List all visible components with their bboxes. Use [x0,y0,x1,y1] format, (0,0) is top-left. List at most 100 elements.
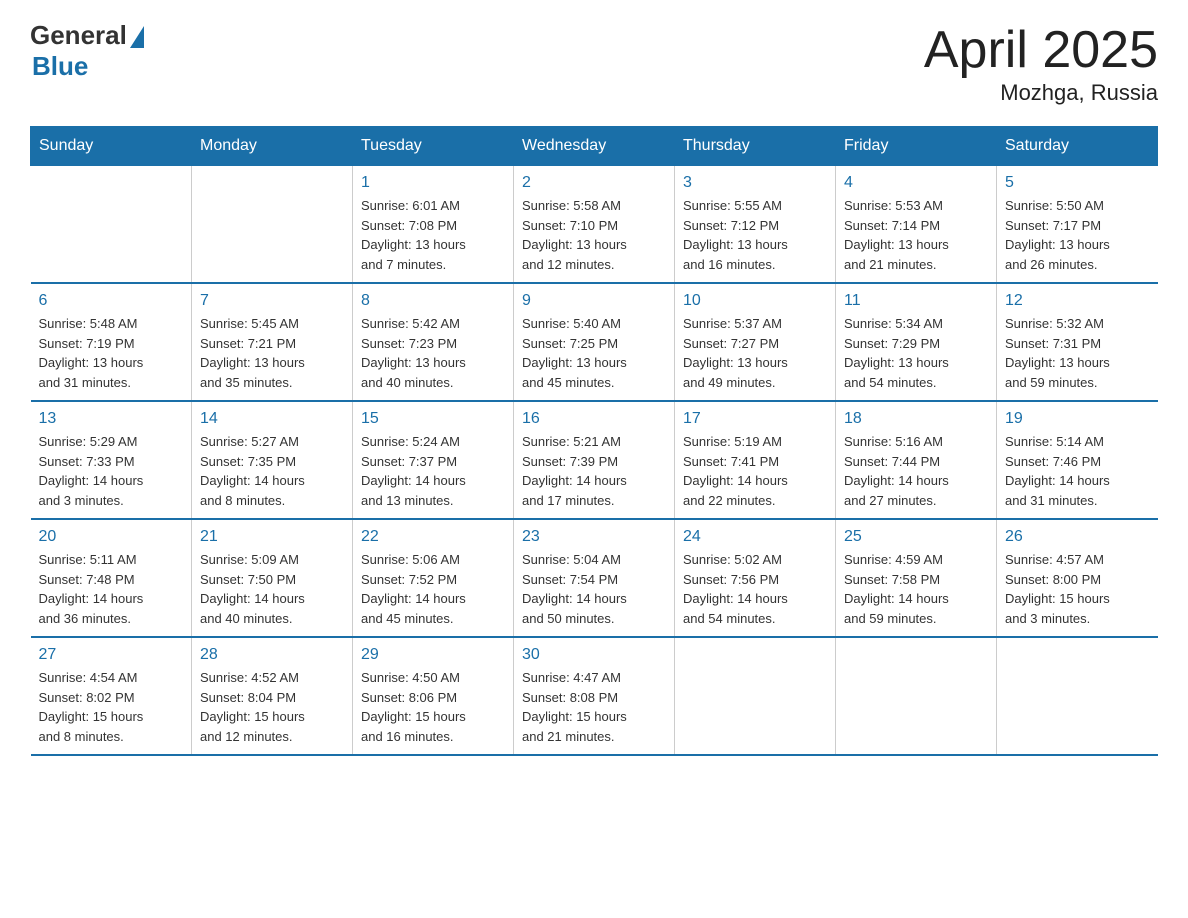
header-monday: Monday [192,127,353,166]
day-info: Sunrise: 5:58 AM Sunset: 7:10 PM Dayligh… [522,196,666,274]
page-header: General Blue April 2025 Mozhga, Russia [30,20,1158,106]
calendar-cell: 18 Sunrise: 5:16 AM Sunset: 7:44 PM Dayli… [836,401,997,519]
calendar-cell: 29Sunrise: 4:50 AM Sunset: 8:06 PM Dayli… [353,637,514,755]
day-number: 7 [200,292,344,310]
logo-blue-text: Blue [32,51,88,82]
day-number: 1 [361,174,505,192]
header-saturday: Saturday [997,127,1158,166]
day-number: 10 [683,292,827,310]
header-thursday: Thursday [675,127,836,166]
day-number: 28 [200,646,344,664]
calendar-cell: 26 Sunrise: 4:57 AM Sunset: 8:00 PM Dayli… [997,519,1158,637]
day-info: Sunrise: 4:57 AM Sunset: 8:00 PM Dayligh… [1005,550,1150,628]
calendar-cell: 19Sunrise: 5:14 AM Sunset: 7:46 PM Dayli… [997,401,1158,519]
calendar-week-row: 27 Sunrise: 4:54 AM Sunset: 8:02 PM Dayli… [31,637,1158,755]
day-number: 12 [1005,292,1150,310]
calendar-cell: 11 Sunrise: 5:34 AM Sunset: 7:29 PM Dayli… [836,283,997,401]
header-friday: Friday [836,127,997,166]
day-number: 13 [39,410,184,428]
calendar-cell: 30Sunrise: 4:47 AM Sunset: 8:08 PM Dayli… [514,637,675,755]
day-info: Sunrise: 5:27 AM Sunset: 7:35 PM Dayligh… [200,432,344,510]
day-info: Sunrise: 5:50 AM Sunset: 7:17 PM Dayligh… [1005,196,1150,274]
calendar-cell: 22Sunrise: 5:06 AM Sunset: 7:52 PM Dayli… [353,519,514,637]
day-number: 4 [844,174,988,192]
calendar-cell: 16Sunrise: 5:21 AM Sunset: 7:39 PM Dayli… [514,401,675,519]
calendar-cell: 6 Sunrise: 5:48 AM Sunset: 7:19 PM Daylig… [31,283,192,401]
day-number: 20 [39,528,184,546]
day-info: Sunrise: 5:42 AM Sunset: 7:23 PM Dayligh… [361,314,505,392]
day-info: Sunrise: 5:02 AM Sunset: 7:56 PM Dayligh… [683,550,827,628]
day-number: 6 [39,292,184,310]
day-number: 15 [361,410,505,428]
calendar-cell: 28 Sunrise: 4:52 AM Sunset: 8:04 PM Dayli… [192,637,353,755]
day-info: Sunrise: 5:16 AM Sunset: 7:44 PM Dayligh… [844,432,988,510]
calendar-cell: 15 Sunrise: 5:24 AM Sunset: 7:37 PM Dayli… [353,401,514,519]
day-number: 8 [361,292,505,310]
day-info: Sunrise: 5:21 AM Sunset: 7:39 PM Dayligh… [522,432,666,510]
day-number: 5 [1005,174,1150,192]
day-info: Sunrise: 5:34 AM Sunset: 7:29 PM Dayligh… [844,314,988,392]
calendar-cell: 5 Sunrise: 5:50 AM Sunset: 7:17 PM Daylig… [997,166,1158,284]
day-info: Sunrise: 5:14 AM Sunset: 7:46 PM Dayligh… [1005,432,1150,510]
logo-triangle-icon [130,26,144,48]
day-number: 18 [844,410,988,428]
day-info: Sunrise: 5:09 AM Sunset: 7:50 PM Dayligh… [200,550,344,628]
header-row: Sunday Monday Tuesday Wednesday Thursday… [31,127,1158,166]
calendar-cell: 21 Sunrise: 5:09 AM Sunset: 7:50 PM Dayli… [192,519,353,637]
day-number: 3 [683,174,827,192]
calendar-cell: 13 Sunrise: 5:29 AM Sunset: 7:33 PM Dayli… [31,401,192,519]
day-number: 21 [200,528,344,546]
calendar-cell: 25Sunrise: 4:59 AM Sunset: 7:58 PM Dayli… [836,519,997,637]
day-info: Sunrise: 5:11 AM Sunset: 7:48 PM Dayligh… [39,550,184,628]
calendar-cell [192,166,353,284]
calendar-cell [675,637,836,755]
day-info: Sunrise: 4:54 AM Sunset: 8:02 PM Dayligh… [39,668,184,746]
calendar-header: Sunday Monday Tuesday Wednesday Thursday… [31,127,1158,166]
day-info: Sunrise: 5:06 AM Sunset: 7:52 PM Dayligh… [361,550,505,628]
day-info: Sunrise: 6:01 AM Sunset: 7:08 PM Dayligh… [361,196,505,274]
calendar-week-row: 6 Sunrise: 5:48 AM Sunset: 7:19 PM Daylig… [31,283,1158,401]
header-tuesday: Tuesday [353,127,514,166]
calendar-body: 1 Sunrise: 6:01 AM Sunset: 7:08 PM Daylig… [31,166,1158,756]
calendar-cell: 27 Sunrise: 4:54 AM Sunset: 8:02 PM Dayli… [31,637,192,755]
calendar-cell: 12Sunrise: 5:32 AM Sunset: 7:31 PM Dayli… [997,283,1158,401]
day-number: 17 [683,410,827,428]
calendar-cell [836,637,997,755]
calendar-cell: 17 Sunrise: 5:19 AM Sunset: 7:41 PM Dayli… [675,401,836,519]
calendar-cell: 10 Sunrise: 5:37 AM Sunset: 7:27 PM Dayli… [675,283,836,401]
day-number: 2 [522,174,666,192]
day-info: Sunrise: 5:48 AM Sunset: 7:19 PM Dayligh… [39,314,184,392]
day-info: Sunrise: 4:52 AM Sunset: 8:04 PM Dayligh… [200,668,344,746]
logo-general-text: General [30,20,127,51]
day-info: Sunrise: 5:37 AM Sunset: 7:27 PM Dayligh… [683,314,827,392]
day-info: Sunrise: 5:40 AM Sunset: 7:25 PM Dayligh… [522,314,666,392]
logo: General Blue [30,20,144,82]
day-info: Sunrise: 5:55 AM Sunset: 7:12 PM Dayligh… [683,196,827,274]
calendar-cell: 7 Sunrise: 5:45 AM Sunset: 7:21 PM Daylig… [192,283,353,401]
day-info: Sunrise: 5:29 AM Sunset: 7:33 PM Dayligh… [39,432,184,510]
calendar-cell: 4Sunrise: 5:53 AM Sunset: 7:14 PM Daylig… [836,166,997,284]
day-info: Sunrise: 5:19 AM Sunset: 7:41 PM Dayligh… [683,432,827,510]
calendar-week-row: 1 Sunrise: 6:01 AM Sunset: 7:08 PM Daylig… [31,166,1158,284]
calendar-subtitle: Mozhga, Russia [924,80,1158,106]
calendar-cell: 24 Sunrise: 5:02 AM Sunset: 7:56 PM Dayli… [675,519,836,637]
calendar-cell [997,637,1158,755]
day-number: 26 [1005,528,1150,546]
calendar-cell: 8 Sunrise: 5:42 AM Sunset: 7:23 PM Daylig… [353,283,514,401]
day-number: 9 [522,292,666,310]
day-number: 11 [844,292,988,310]
day-number: 24 [683,528,827,546]
calendar-cell: 1 Sunrise: 6:01 AM Sunset: 7:08 PM Daylig… [353,166,514,284]
day-info: Sunrise: 5:24 AM Sunset: 7:37 PM Dayligh… [361,432,505,510]
header-sunday: Sunday [31,127,192,166]
day-info: Sunrise: 5:45 AM Sunset: 7:21 PM Dayligh… [200,314,344,392]
calendar-cell: 9 Sunrise: 5:40 AM Sunset: 7:25 PM Daylig… [514,283,675,401]
header-wednesday: Wednesday [514,127,675,166]
day-number: 27 [39,646,184,664]
day-info: Sunrise: 4:47 AM Sunset: 8:08 PM Dayligh… [522,668,666,746]
day-number: 14 [200,410,344,428]
title-block: April 2025 Mozhga, Russia [924,20,1158,106]
day-number: 23 [522,528,666,546]
day-info: Sunrise: 4:50 AM Sunset: 8:06 PM Dayligh… [361,668,505,746]
calendar-cell: 3 Sunrise: 5:55 AM Sunset: 7:12 PM Daylig… [675,166,836,284]
